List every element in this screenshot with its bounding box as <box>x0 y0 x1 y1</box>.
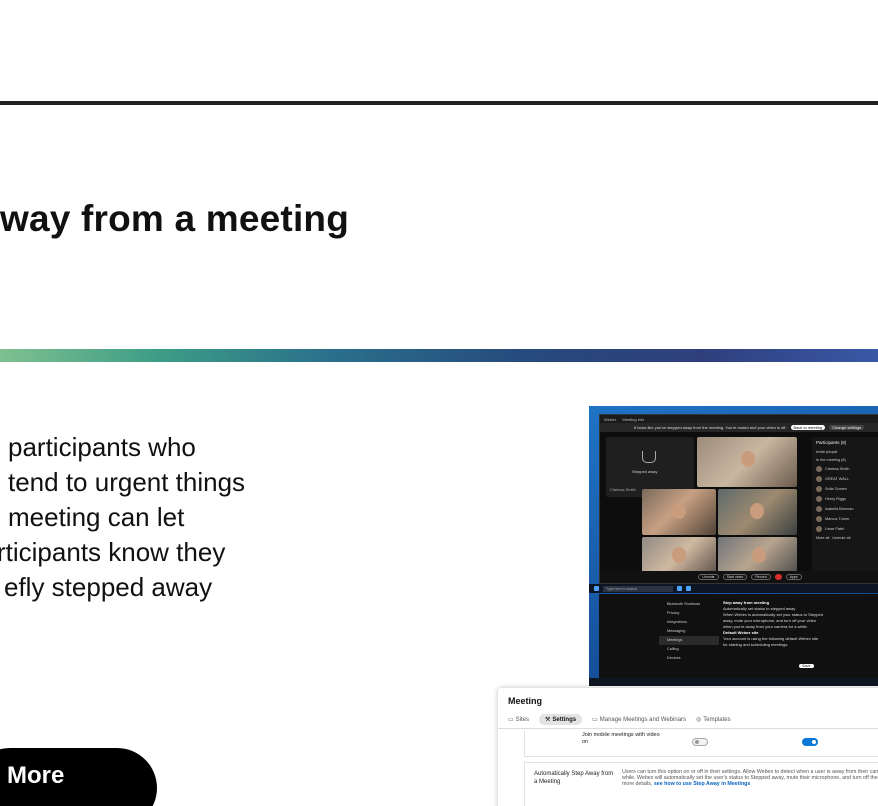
slide-headline: way from a meeting <box>0 198 350 239</box>
settings-menu-item[interactable]: Bluetooth Shortcuts <box>659 600 719 609</box>
taskbar-search[interactable]: Type here to search <box>603 585 673 592</box>
webex-screenshot: Webex Meeting info It looks like you've … <box>589 406 878 686</box>
meeting-info-tab[interactable]: Meeting info <box>622 417 644 422</box>
tab-manage-meetings[interactable]: ▭ Manage Meetings and Webinars <box>592 716 686 724</box>
avatar <box>816 506 822 512</box>
participant-row[interactable]: Sofia Gomez <box>812 484 878 494</box>
save-button[interactable]: Save <box>799 664 814 668</box>
video-tile <box>642 537 716 575</box>
avatar <box>816 476 822 482</box>
unmute-all-button[interactable]: Unmute all <box>832 536 850 540</box>
top-divider-line <box>0 101 878 105</box>
tab-sites[interactable]: ▭ Sites <box>508 716 529 724</box>
more-button-label[interactable]: More <box>7 762 64 790</box>
participant-face <box>750 503 764 519</box>
stepped-away-tile: Stepped away Clarissa Smith <box>606 437 694 497</box>
hub-page-title: Meeting <box>508 696 543 706</box>
settings-menu-item[interactable]: Devices <box>659 654 719 663</box>
participant-row: In the meeting (8) <box>816 458 846 462</box>
join-mobile-video-label: Join mobile meetings with video on <box>582 732 660 745</box>
windows-taskbar-bottom <box>589 678 878 686</box>
video-tile <box>718 537 797 575</box>
video-tile <box>697 437 797 487</box>
participant-row[interactable]: GREAT WALL <box>812 474 878 484</box>
unmute-button[interactable]: Unmute <box>698 574 719 580</box>
stepped-away-banner: It looks like you've stepped away from t… <box>600 423 878 432</box>
participant-face <box>741 451 755 467</box>
hub-tabs: ▭ Sites ⚒ Settings ▭ Manage Meetings and… <box>508 714 731 725</box>
avatar <box>816 516 822 522</box>
gradient-band <box>0 349 878 362</box>
auto-step-away-description: Users can turn this option on or off in … <box>622 769 878 788</box>
default-site-heading: Default Webex site <box>723 630 759 635</box>
stepped-away-label: Stepped away <box>632 469 658 474</box>
participants-title: Participants (8) <box>816 440 847 445</box>
video-tile <box>642 489 716 535</box>
default-site-description: Your account is using the following defa… <box>723 636 819 647</box>
setting-toggle-on[interactable] <box>802 738 818 746</box>
participant-row[interactable]: Isabella Brennan <box>812 504 878 514</box>
windows-taskbar: Type here to search <box>589 584 878 593</box>
meeting-controls: Unmute Start video Record Apps <box>600 571 878 583</box>
avatar <box>816 486 822 492</box>
participant-row[interactable]: Marcus Turner <box>812 514 878 524</box>
step-away-help-link[interactable]: see how to use Step Away in Meetings <box>654 781 751 787</box>
back-to-meeting-button[interactable]: Back to meeting <box>790 425 826 430</box>
body-line: tend to urgent things <box>8 467 246 497</box>
taskbar-app-icon[interactable] <box>686 586 691 591</box>
settings-menu: Bluetooth Shortcuts Privacy Integrations… <box>659 600 719 663</box>
auto-step-away-label: Automatically Step Away from a Meeting <box>534 771 614 785</box>
participant-face <box>752 547 766 563</box>
avatar <box>816 496 822 502</box>
settings-menu-item[interactable]: Integrations <box>659 618 719 627</box>
settings-menu-item[interactable]: Calling <box>659 645 719 654</box>
meeting-titlebar: Webex Meeting info <box>600 415 878 423</box>
participant-face <box>672 503 686 519</box>
banner-text: It looks like you've stepped away from t… <box>633 425 787 430</box>
participant-row[interactable]: Invite people <box>812 448 878 456</box>
body-line: rticipants know they <box>0 537 226 567</box>
body-line: meeting can let <box>8 502 185 532</box>
participant-row[interactable]: Umar Patel <box>812 524 878 534</box>
settings-content: Step away from meeting Automatically set… <box>723 600 823 648</box>
video-tile <box>718 489 797 535</box>
app-name: Webex <box>604 416 617 422</box>
avatar <box>816 466 822 472</box>
body-line: participants who <box>8 432 196 462</box>
settings-menu-item-meetings[interactable]: Meetings <box>659 636 719 645</box>
participant-row[interactable]: Clarissa Smith <box>812 464 878 474</box>
coffee-cup-icon <box>642 451 656 463</box>
taskbar-app-icon[interactable] <box>677 586 682 591</box>
apps-button[interactable]: Apps <box>785 574 802 580</box>
body-line: efly stepped away <box>4 572 213 602</box>
tab-templates[interactable]: ◎ Templates <box>696 716 731 724</box>
settings-menu-item[interactable]: Privacy <box>659 609 719 618</box>
tab-settings[interactable]: ⚒ Settings <box>539 714 583 725</box>
settings-menu-item[interactable]: Messaging <box>659 627 719 636</box>
change-settings-button[interactable]: Change settings <box>829 425 865 430</box>
start-video-button[interactable]: Start video <box>722 574 748 580</box>
settings-window: Bluetooth Shortcuts Privacy Integrations… <box>599 594 878 680</box>
participants-panel: Participants (8) Invite people In the me… <box>812 437 878 577</box>
join-mobile-video-toggle[interactable] <box>692 738 708 746</box>
record-button[interactable]: Record <box>751 574 771 580</box>
avatar <box>816 526 822 532</box>
stepped-away-name: Clarissa Smith <box>610 487 636 492</box>
step-away-description: When Webex is automatically set your sta… <box>723 612 823 629</box>
control-hub-screenshot: Meeting ▭ Sites ⚒ Settings ▭ Manage Meet… <box>498 688 878 806</box>
meeting-window: Webex Meeting info It looks like you've … <box>599 414 878 584</box>
mute-all-button[interactable]: Mute all <box>816 536 829 540</box>
step-away-heading: Step away from meeting <box>723 600 770 605</box>
hub-divider <box>498 728 878 729</box>
leave-meeting-button[interactable] <box>774 574 782 580</box>
participant-actions: Mute all Unmute all <box>812 534 878 542</box>
participant-row[interactable]: Henry Riggs <box>812 494 878 504</box>
participant-face <box>672 547 686 563</box>
step-away-checkbox[interactable]: Automatically set status to stepped away <box>723 606 795 611</box>
windows-start-icon[interactable] <box>594 586 599 591</box>
